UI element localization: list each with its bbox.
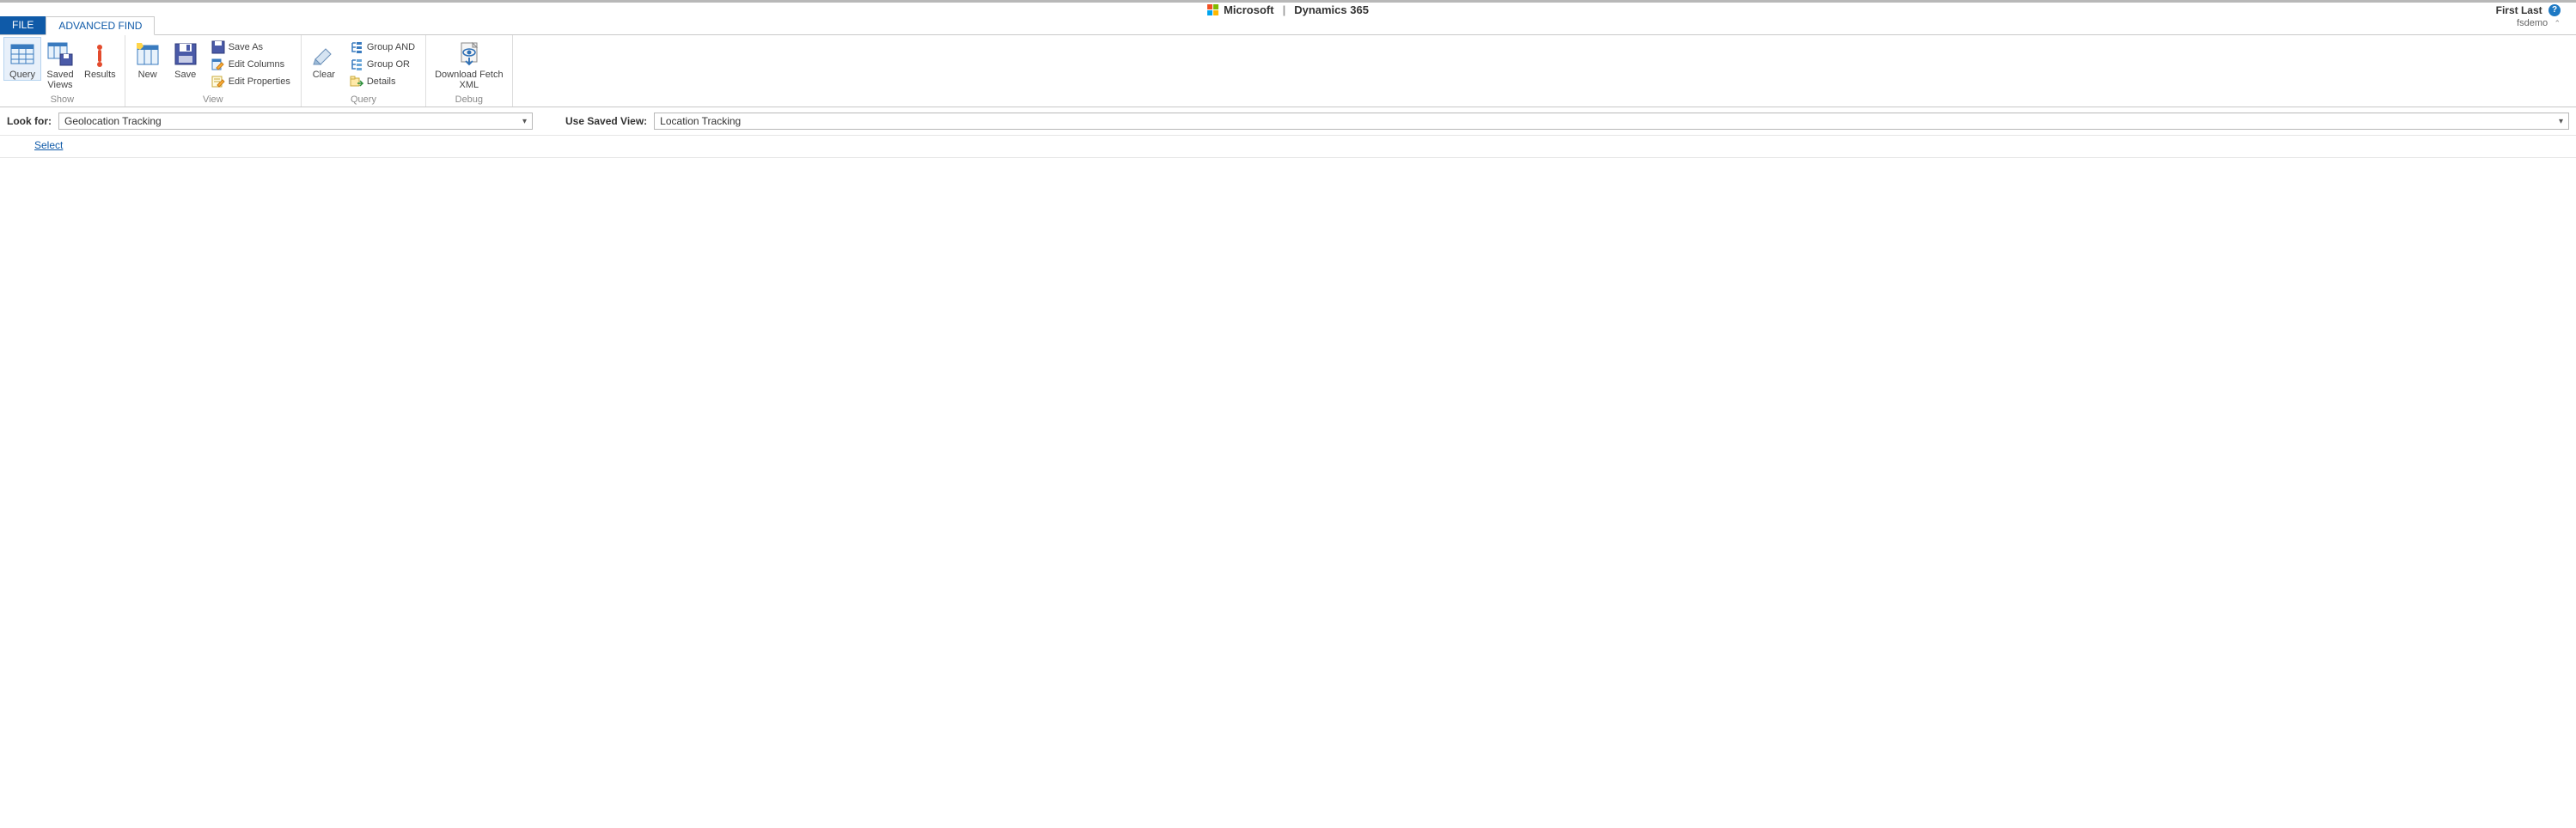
save-button[interactable]: Save [167,37,204,80]
save-label: Save [174,70,196,80]
clear-button[interactable]: Clear [305,37,343,80]
new-icon [134,40,162,68]
microsoft-logo-icon [1207,4,1218,15]
group-and-label: Group AND [367,42,415,52]
group-and-button[interactable]: Group AND [345,39,420,56]
use-saved-view-value: Location Tracking [660,115,741,127]
brand: Microsoft | Dynamics 365 [1207,3,1369,16]
tab-advanced-find[interactable]: ADVANCED FIND [46,16,155,35]
download-fetch-xml-icon [455,40,483,68]
group-query-label: Query [302,94,425,107]
group-or-button[interactable]: Group OR [345,56,420,73]
save-as-label: Save As [229,42,263,52]
saved-views-label: Saved Views [46,70,73,90]
group-view-label: View [125,94,301,107]
save-as-button[interactable]: Save As [206,39,296,56]
saved-views-button[interactable]: Saved Views [41,37,79,90]
group-or-icon [350,58,363,71]
results-label: Results [84,70,116,80]
tab-strip: FILE ADVANCED FIND [0,16,2576,35]
save-icon [172,40,199,68]
brand-microsoft: Microsoft [1224,3,1274,16]
edit-properties-button[interactable]: Edit Properties [206,73,296,90]
user-info: First Last ? fsdemo ⌃ [2496,4,2561,29]
clear-label: Clear [313,70,335,80]
criteria-area: Select [0,136,2576,158]
help-icon[interactable]: ? [2549,4,2561,16]
group-or-label: Group OR [367,59,410,70]
download-fetch-xml-label: Download Fetch XML [435,70,504,90]
query-icon [9,40,36,68]
download-fetch-xml-button[interactable]: Download Fetch XML [430,37,509,90]
ribbon-group-query: Clear Group AND Group OR [302,35,426,107]
details-icon [350,75,363,88]
look-for-value: Geolocation Tracking [64,115,162,127]
edit-columns-icon [211,58,225,71]
saved-views-icon [46,40,74,68]
filter-bar: Look for: Geolocation Tracking ▾ Use Sav… [0,107,2576,136]
ribbon-group-show: Query Saved Views Results Show [0,35,125,107]
ribbon: Query Saved Views Results Show [0,35,2576,107]
new-button[interactable]: New [129,37,167,80]
save-as-icon [211,40,225,54]
select-link[interactable]: Select [34,139,63,151]
clear-icon [310,40,338,68]
edit-columns-label: Edit Columns [229,59,284,70]
org-caret-icon[interactable]: ⌃ [2554,19,2561,27]
chevron-down-icon: ▾ [2559,117,2563,126]
group-debug-label: Debug [426,94,512,107]
details-button[interactable]: Details [345,73,420,90]
results-icon [86,40,113,68]
use-saved-view-combo[interactable]: Location Tracking ▾ [654,113,2569,130]
results-button[interactable]: Results [79,37,121,80]
ribbon-group-view: New Save Save As E [125,35,302,107]
use-saved-view-label: Use Saved View: [565,115,647,127]
user-org: fsdemo [2517,18,2548,28]
new-label: New [138,70,157,80]
chevron-down-icon: ▾ [522,117,527,126]
ribbon-group-debug: Download Fetch XML Debug [426,35,513,107]
edit-properties-label: Edit Properties [229,76,290,87]
query-button[interactable]: Query [3,37,41,81]
app-header: Microsoft | Dynamics 365 First Last ? fs… [0,0,2576,16]
user-name: First Last [2496,4,2542,16]
brand-product: Dynamics 365 [1294,3,1369,16]
look-for-label: Look for: [7,115,52,127]
query-label: Query [9,70,35,80]
edit-properties-icon [211,75,225,88]
edit-columns-button[interactable]: Edit Columns [206,56,296,73]
group-and-icon [350,40,363,54]
details-label: Details [367,76,396,87]
look-for-combo[interactable]: Geolocation Tracking ▾ [58,113,533,130]
brand-separator: | [1283,3,1286,16]
group-show-label: Show [0,94,125,107]
tab-file[interactable]: FILE [0,15,46,34]
